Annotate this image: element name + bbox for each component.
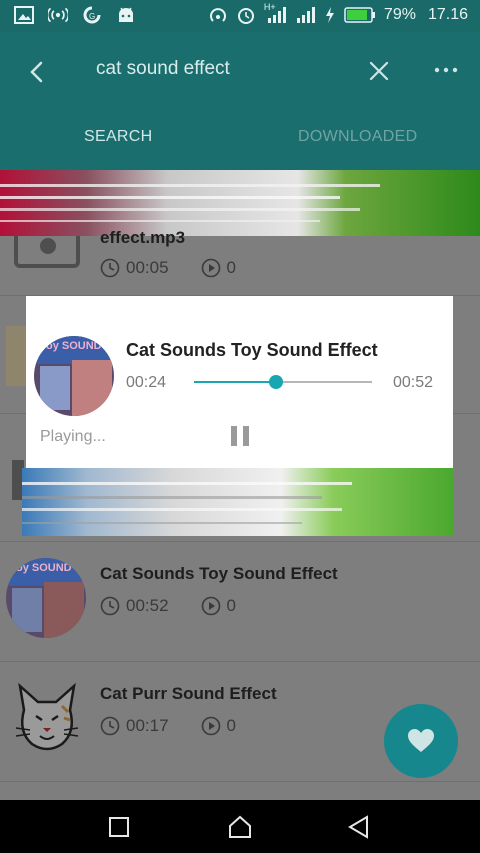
- player-dialog: oy SOUND Cat Sounds Toy Sound Effect 00:…: [26, 296, 453, 470]
- player-title: Cat Sounds Toy Sound Effect: [126, 340, 378, 360]
- player-status: Playing...: [40, 428, 106, 445]
- alarm-icon: [237, 8, 254, 24]
- cat-face-thumbnail: [15, 682, 79, 751]
- list-item-title: Cat Purr Sound Effect: [100, 684, 277, 703]
- list-item[interactable]: oy SOUND Cat Sounds Toy Sound Effect 00:…: [0, 542, 480, 662]
- heart-icon: [408, 729, 434, 752]
- list-item-duration: 00:05: [126, 258, 169, 277]
- system-nav-bar: [0, 800, 480, 853]
- signal-icon: H+: [264, 2, 288, 24]
- ad-banner-top[interactable]: [0, 170, 480, 236]
- signal-icon-2: [296, 7, 315, 23]
- list-item-duration: 00:52: [126, 596, 169, 615]
- seek-slider-handle[interactable]: [268, 375, 283, 389]
- battery-percent: 79%: [383, 6, 416, 23]
- battery-icon: [344, 7, 375, 23]
- gallery-icon: [14, 6, 34, 24]
- list-item-title: Cat Sounds Toy Sound Effect: [100, 564, 338, 583]
- tab-downloaded[interactable]: DOWNLOADED: [298, 128, 417, 146]
- charging-icon: [325, 7, 334, 23]
- data-saver-icon: G: [83, 6, 101, 24]
- home-icon[interactable]: [225, 812, 255, 842]
- seek-slider-progress: [194, 381, 276, 383]
- favorites-fab[interactable]: [384, 704, 458, 778]
- clock-icon: [100, 716, 120, 736]
- list-item-plays: 0: [226, 716, 237, 735]
- list-item-thumbnail: oy SOUND: [6, 558, 86, 638]
- close-icon[interactable]: [364, 56, 394, 86]
- list-item[interactable]: effect.mp3 00:05 0: [0, 228, 480, 296]
- android-icon: [119, 7, 133, 22]
- clock-icon: [100, 596, 120, 616]
- tab-search[interactable]: SEARCH: [84, 128, 152, 146]
- svg-text:G: G: [89, 12, 95, 21]
- hotspot-icon: [210, 8, 226, 22]
- ad-banner-bottom[interactable]: [22, 468, 454, 536]
- app-bar: cat sound effect SEARCH DOWNLOADED: [0, 32, 480, 170]
- broadcast-icon: [48, 7, 68, 23]
- play-count-icon: [201, 258, 220, 278]
- list-item-plays: 0: [226, 258, 237, 277]
- player-current-time: 00:24: [126, 374, 167, 391]
- list-item-duration: 00:17: [126, 716, 169, 735]
- list-item-title: effect.mp3: [100, 228, 186, 247]
- back-nav-icon[interactable]: [344, 812, 374, 842]
- seek-slider[interactable]: [194, 375, 372, 389]
- player-total-time: 00:52: [393, 374, 434, 391]
- clock: 17.16: [427, 6, 468, 23]
- more-options-icon[interactable]: [432, 60, 462, 80]
- search-query[interactable]: cat sound effect: [96, 58, 230, 80]
- video-thumb-icon: [14, 236, 80, 268]
- play-count-icon: [201, 716, 220, 736]
- recents-icon[interactable]: [104, 812, 134, 842]
- player-thumbnail: oy SOUND: [34, 336, 114, 416]
- pause-icon[interactable]: [228, 424, 252, 448]
- back-arrow-icon[interactable]: [20, 54, 56, 90]
- clock-icon: [100, 258, 120, 278]
- list-item-plays: 0: [226, 596, 237, 615]
- play-count-icon: [201, 596, 220, 616]
- status-bar: G H+ 79% 17.16: [0, 0, 480, 32]
